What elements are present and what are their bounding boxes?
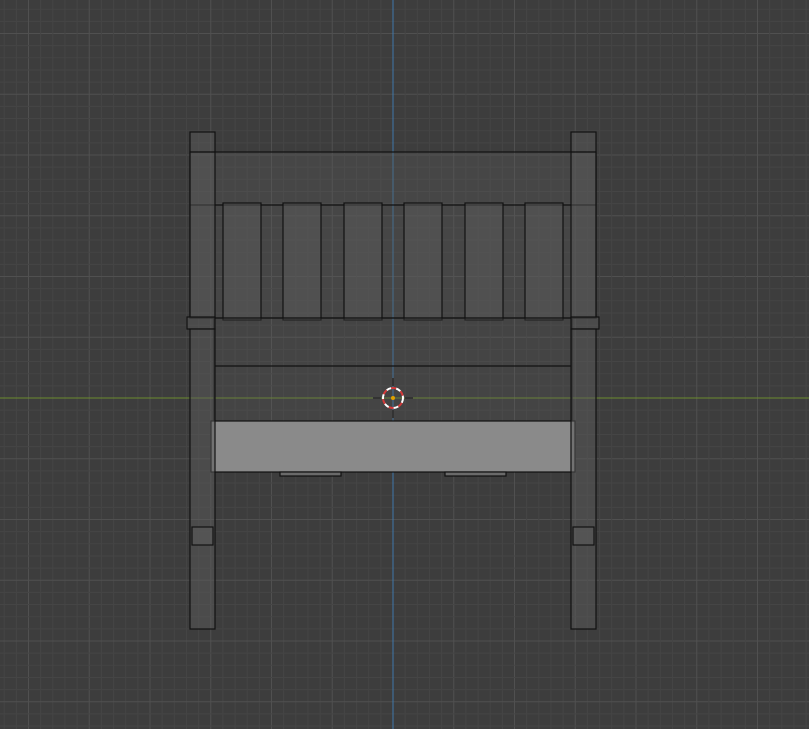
back-slat[interactable] xyxy=(464,202,504,321)
leg-stretcher-right xyxy=(572,526,595,546)
back-slat[interactable] xyxy=(282,202,322,321)
3d-cursor-dot xyxy=(391,396,395,400)
leg-right[interactable] xyxy=(570,328,597,630)
back-slat[interactable] xyxy=(222,202,262,321)
seat-support-right xyxy=(444,471,507,477)
leg-stretcher-left xyxy=(191,526,214,546)
chair-lower-body[interactable] xyxy=(213,317,573,423)
3d-viewport[interactable] xyxy=(0,0,809,729)
armrest-cap-left[interactable] xyxy=(186,316,216,330)
back-post-right[interactable] xyxy=(570,131,597,319)
leg-left[interactable] xyxy=(189,328,216,630)
back-post-left[interactable] xyxy=(189,131,216,319)
back-slat[interactable] xyxy=(343,202,383,321)
seat-front-face[interactable] xyxy=(210,420,576,473)
back-slat[interactable] xyxy=(524,202,564,321)
armrest-cap-right[interactable] xyxy=(570,316,600,330)
back-slat[interactable] xyxy=(403,202,443,321)
viewport-canvas[interactable] xyxy=(0,0,809,729)
seat-support-left xyxy=(279,471,342,477)
